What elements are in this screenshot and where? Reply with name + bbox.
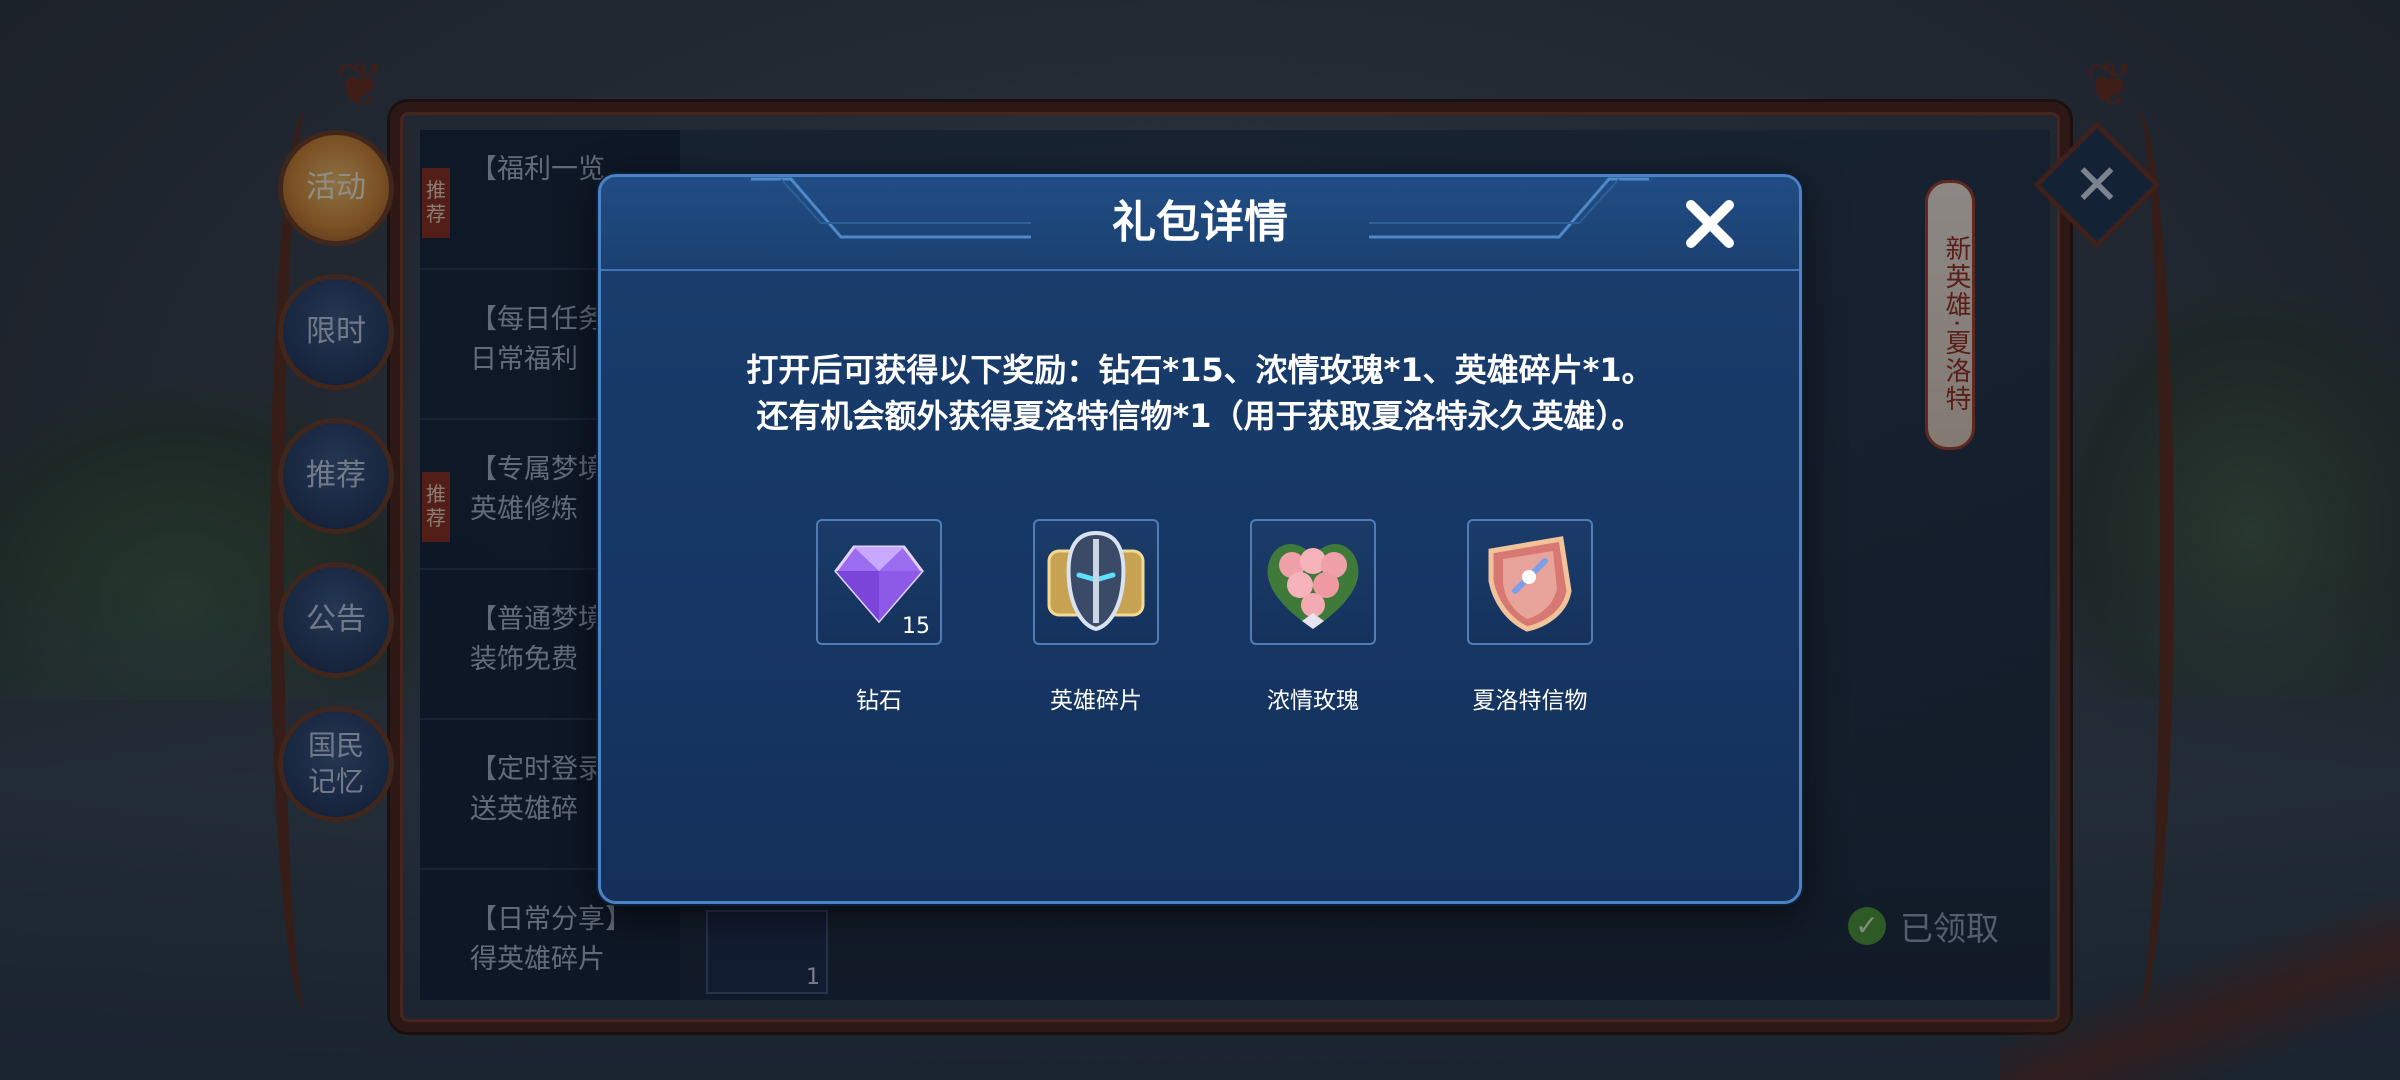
reward-item-rose-bouquet[interactable]: 浓情玫瑰 [1213,519,1413,715]
dialog-title: 礼包详情 [1112,197,1288,248]
dialog-close-button[interactable] [1681,195,1739,253]
reward-name: 钻石 [856,688,902,714]
description-line: 还有机会额外获得夏洛特信物*1（用于获取夏洛特永久英雄）。 [756,397,1644,435]
reward-icon-frame [1033,519,1159,645]
reward-icon-frame: 15 [816,519,942,645]
description-line: 打开后可获得以下奖励：钻石*15、浓情玫瑰*1、英雄碎片*1。 [746,351,1654,389]
reward-icon-frame [1250,519,1376,645]
reward-item-hero-fragment[interactable]: 英雄碎片 [996,519,1196,715]
reward-name: 夏洛特信物 [1472,688,1588,714]
hero-fragment-icon [1047,530,1145,632]
reward-count: 15 [902,614,930,639]
gift-pack-details-dialog: 礼包详情 打开后可获得以下奖励：钻石*15、浓情玫瑰*1、英雄碎片*1。 还有机… [598,174,1802,904]
dialog-header: 礼包详情 [601,177,1799,271]
reward-item-charlotte-token[interactable]: 夏洛特信物 [1430,519,1630,715]
rose-bouquet-icon [1267,543,1359,629]
charlotte-token-icon [1488,536,1572,632]
reward-item-diamond[interactable]: 15 钻石 [779,519,979,715]
reward-icon-frame [1467,519,1593,645]
reward-name: 英雄碎片 [1050,688,1142,714]
dialog-description: 打开后可获得以下奖励：钻石*15、浓情玫瑰*1、英雄碎片*1。 还有机会额外获得… [701,347,1699,439]
reward-name: 浓情玫瑰 [1267,688,1359,714]
close-icon [1686,200,1734,248]
